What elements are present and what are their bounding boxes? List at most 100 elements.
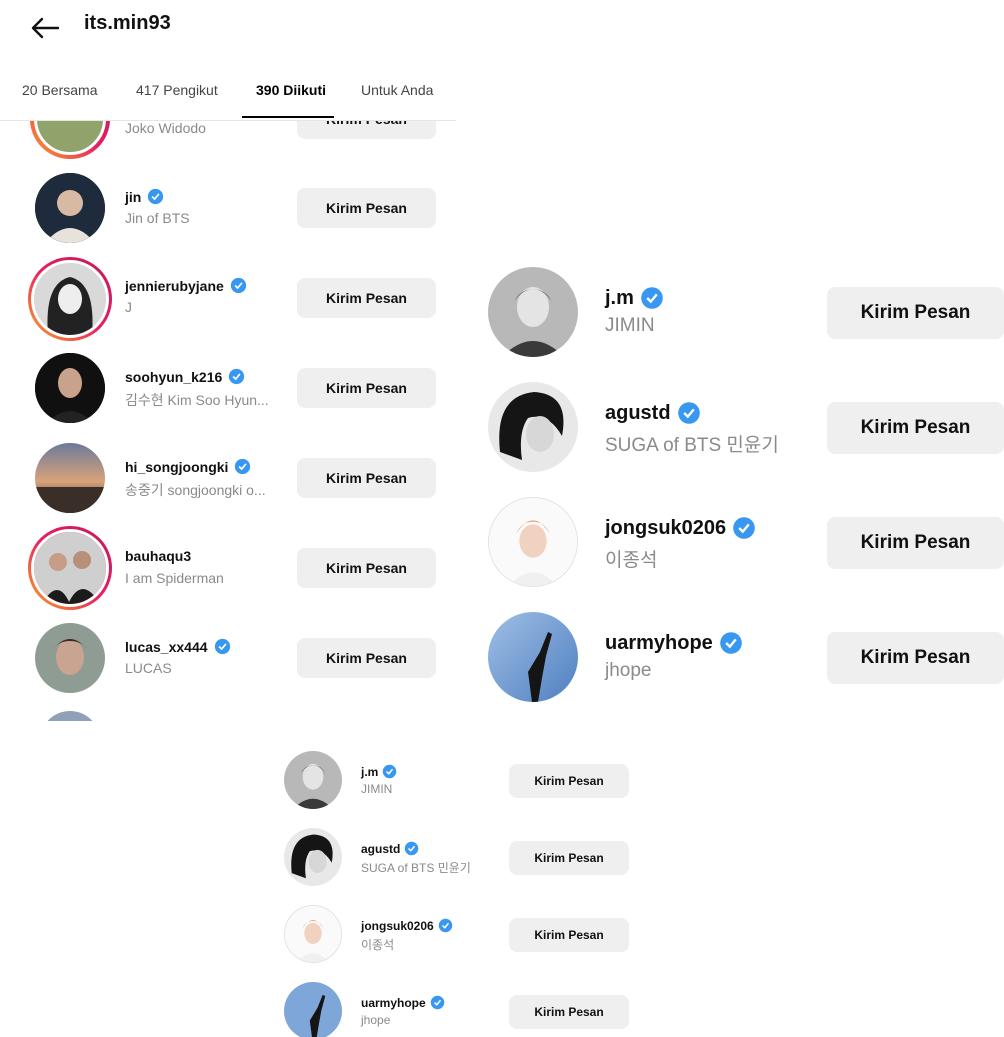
list-item[interactable]: jongsuk0206 이종석 Kirim Pesan	[470, 480, 1004, 587]
list-item[interactable]: j.m JIMIN Kirim Pesan	[470, 250, 1004, 357]
verified-badge-icon	[214, 638, 230, 655]
username: uarmyhope	[361, 995, 445, 1010]
avatar-photo	[34, 532, 106, 604]
list-item[interactable]: agustd SUGA of BTS 민윤기 Kirim Pesan	[470, 365, 1004, 472]
verified-badge-icon	[383, 764, 397, 779]
list-item[interactable]: agustd SUGA of BTS 민윤기 Kirim Pesan	[270, 822, 650, 892]
message-button[interactable]: Kirim Pesan	[297, 278, 436, 318]
username-text: hi_songjoongki	[125, 458, 229, 475]
username: soohyun_k216	[125, 368, 245, 385]
list-item[interactable]: jin Jin of BTS Kirim Pesan	[0, 173, 456, 245]
list-item-partial[interactable]: Joko Widodo Kirim Pesan	[0, 121, 456, 161]
avatar[interactable]	[488, 497, 578, 587]
avatar[interactable]	[488, 612, 578, 702]
avatar[interactable]	[284, 751, 342, 809]
avatar-photo	[488, 267, 578, 357]
list-item[interactable]: lucas_xx444 LUCAS Kirim Pesan	[0, 623, 456, 695]
active-tab-indicator	[242, 116, 334, 118]
avatar[interactable]	[31, 529, 109, 607]
avatar[interactable]	[488, 382, 578, 472]
username-text: uarmyhope	[605, 631, 713, 654]
small-list-panel: j.m JIMIN Kirim Pesan agustd SUGA of BTS…	[270, 745, 650, 1037]
avatar[interactable]	[284, 905, 342, 963]
username: bauhaqu3	[125, 548, 192, 564]
username-text: agustd	[361, 841, 401, 856]
message-button[interactable]: Kirim Pesan	[509, 918, 629, 952]
message-button[interactable]: Kirim Pesan	[509, 841, 629, 875]
top-bar: its.min93	[0, 0, 460, 60]
avatar[interactable]	[35, 353, 105, 423]
tab-pengikut[interactable]: 417 Pengikut	[136, 82, 218, 98]
list-item[interactable]: jennierubyjane J Kirim Pesan	[0, 257, 456, 341]
verified-badge-icon	[229, 368, 245, 385]
username: hi_songjoongki	[125, 458, 251, 475]
username-text: j.m	[605, 286, 634, 309]
message-button[interactable]: Kirim Pesan	[297, 121, 436, 139]
verified-badge-icon	[430, 995, 444, 1010]
zoomed-list-panel: j.m JIMIN Kirim Pesan agustd SUGA of BTS…	[470, 250, 1004, 720]
list-item[interactable]: soohyun_k216 김수현 Kim Soo Hyun... Kirim P…	[0, 353, 456, 425]
list-item[interactable]: bauhaqu3 I am Spiderman Kirim Pesan	[0, 526, 456, 610]
list-item[interactable]: hi_songjoongki 송중기 songjoongki o... Kiri…	[0, 443, 456, 515]
username: agustd	[605, 401, 701, 425]
tab-bersama[interactable]: 20 Bersama	[22, 82, 97, 98]
list-item[interactable]: jongsuk0206 이종석 Kirim Pesan	[270, 899, 650, 969]
username-text: jongsuk0206	[605, 516, 727, 539]
user-fullname: jhope	[605, 660, 652, 681]
avatar[interactable]	[488, 267, 578, 357]
username-text: agustd	[605, 401, 671, 424]
username-text: lucas_xx444	[125, 638, 208, 655]
verified-badge-icon	[641, 287, 663, 309]
avatar[interactable]	[35, 173, 105, 243]
avatar[interactable]	[284, 828, 342, 886]
message-button[interactable]: Kirim Pesan	[509, 764, 629, 798]
message-button[interactable]: Kirim Pesan	[297, 368, 436, 408]
username-text: soohyun_k216	[125, 368, 223, 385]
message-button[interactable]: Kirim Pesan	[827, 402, 1004, 454]
page-title: its.min93	[84, 12, 171, 34]
message-button[interactable]: Kirim Pesan	[297, 458, 436, 498]
verified-badge-icon	[148, 188, 164, 205]
message-button[interactable]: Kirim Pesan	[509, 995, 629, 1029]
avatar[interactable]	[35, 443, 105, 513]
tab-untuk-anda[interactable]: Untuk Anda	[361, 82, 433, 98]
avatar-photo	[285, 906, 341, 962]
username: j.m	[605, 286, 664, 310]
avatar-photo	[488, 382, 578, 472]
arrow-left-icon[interactable]	[30, 15, 60, 41]
avatar[interactable]	[31, 260, 109, 338]
avatar[interactable]	[35, 623, 105, 693]
list-item[interactable]: j.m JIMIN Kirim Pesan	[270, 745, 650, 815]
user-fullname: JIMIN	[361, 782, 393, 796]
message-button[interactable]: Kirim Pesan	[297, 548, 436, 588]
message-button[interactable]: Kirim Pesan	[297, 188, 436, 228]
user-fullname: 김수현 Kim Soo Hyun...	[125, 392, 269, 408]
user-fullname: 송중기 songjoongki o...	[125, 482, 266, 498]
avatar-photo	[489, 498, 577, 586]
username: agustd	[361, 841, 419, 856]
verified-badge-icon	[235, 458, 251, 475]
following-list: Joko Widodo Kirim Pesan jin Jin of BTS K…	[0, 121, 456, 721]
message-button[interactable]: Kirim Pesan	[827, 517, 1004, 569]
list-item[interactable]: uarmyhope jhope Kirim Pesan	[270, 976, 650, 1037]
avatar-photo	[35, 443, 105, 513]
message-button[interactable]: Kirim Pesan	[297, 638, 436, 678]
avatar-photo	[34, 263, 106, 335]
avatar-photo	[284, 982, 342, 1037]
message-button[interactable]: Kirim Pesan	[827, 287, 1004, 339]
username: j.m	[361, 764, 397, 779]
avatar-photo	[284, 828, 342, 886]
user-fullname: LUCAS	[125, 660, 172, 676]
avatar-photo	[35, 173, 105, 243]
verified-badge-icon	[405, 841, 419, 856]
verified-badge-icon	[733, 517, 755, 539]
verified-badge-icon	[677, 402, 700, 424]
username: uarmyhope	[605, 631, 743, 655]
username: jennierubyjane	[125, 277, 247, 294]
list-item[interactable]: uarmyhope jhope Kirim Pesan	[470, 595, 1004, 702]
tab-diikuti[interactable]: 390 Diikuti	[256, 82, 326, 98]
avatar[interactable]	[284, 982, 342, 1037]
user-fullname: jhope	[361, 1013, 391, 1027]
message-button[interactable]: Kirim Pesan	[827, 632, 1004, 684]
user-fullname: SUGA of BTS 민윤기	[361, 861, 471, 875]
